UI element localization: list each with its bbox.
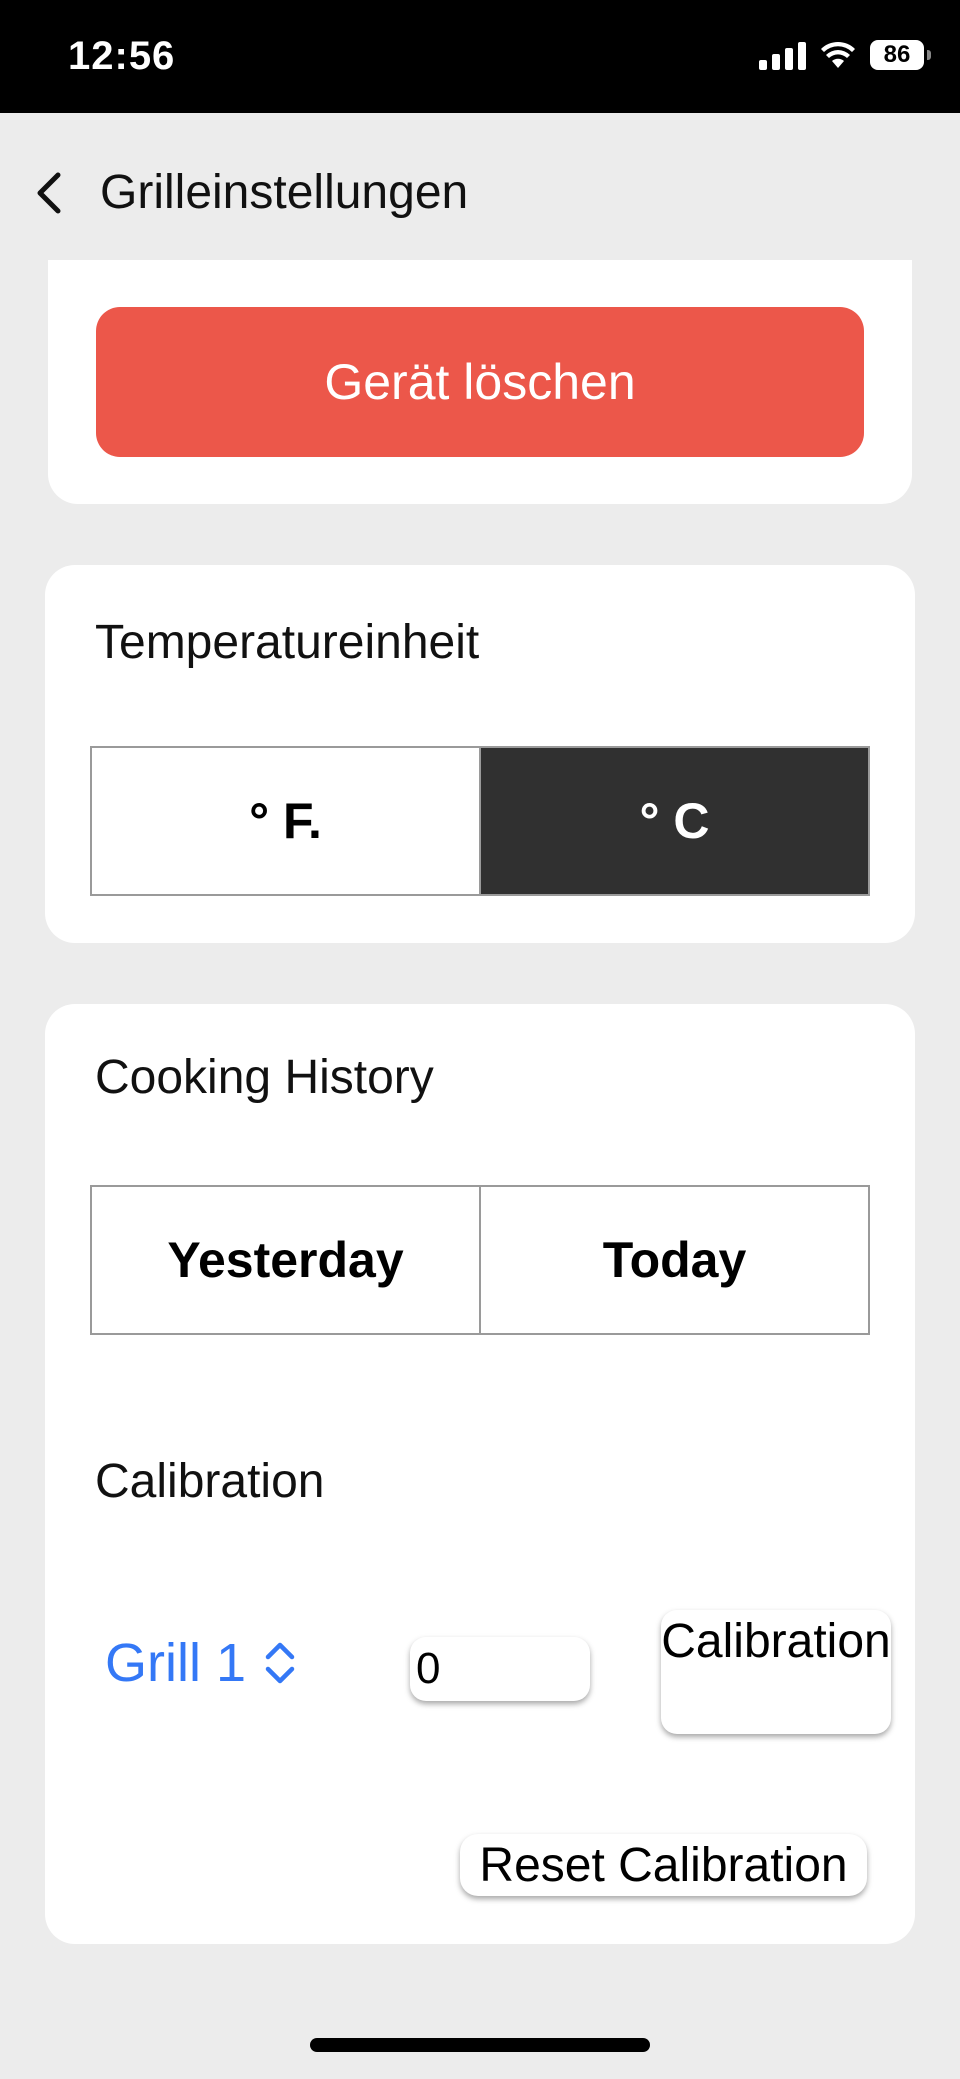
cooking-history-selector: Yesterday Today — [90, 1185, 870, 1335]
navigation-bar: Grilleinstellungen — [0, 113, 960, 259]
up-down-chevron-icon — [265, 1642, 295, 1684]
today-option[interactable]: Today — [481, 1185, 870, 1335]
home-indicator — [310, 2038, 650, 2052]
celsius-option[interactable]: ° C — [481, 746, 870, 896]
calibration-title: Calibration — [95, 1455, 325, 1508]
battery-icon: 86 — [870, 40, 931, 70]
temperature-unit-card: Temperatureinheit ° F. ° C — [45, 565, 915, 943]
device-actions-card: Gerät löschen — [48, 260, 912, 504]
cooking-history-title: Cooking History — [95, 1051, 434, 1104]
temperature-unit-selector: ° F. ° C — [90, 746, 870, 896]
history-calibration-card: Cooking History Yesterday Today Calibrat… — [45, 1004, 915, 1944]
fahrenheit-option[interactable]: ° F. — [90, 746, 481, 896]
yesterday-option[interactable]: Yesterday — [90, 1185, 481, 1335]
reset-calibration-button[interactable]: Reset Calibration — [460, 1834, 867, 1896]
cellular-signal-icon — [759, 40, 806, 70]
grill-selector[interactable]: Grill 1 — [105, 1632, 300, 1694]
wifi-icon — [821, 41, 855, 68]
temperature-unit-title: Temperatureinheit — [95, 616, 480, 669]
battery-level: 86 — [883, 41, 911, 68]
grill-selector-value: Grill 1 — [105, 1633, 247, 1693]
status-bar: 12:56 86 — [0, 0, 960, 113]
delete-device-button[interactable]: Gerät löschen — [96, 307, 864, 457]
calibration-value-input[interactable] — [410, 1637, 590, 1701]
status-time: 12:56 — [68, 34, 176, 78]
page-title: Grilleinstellungen — [100, 166, 469, 219]
calibration-button[interactable]: Calibration — [661, 1610, 891, 1734]
status-icons: 86 — [759, 40, 931, 70]
back-chevron-icon[interactable] — [30, 168, 70, 218]
